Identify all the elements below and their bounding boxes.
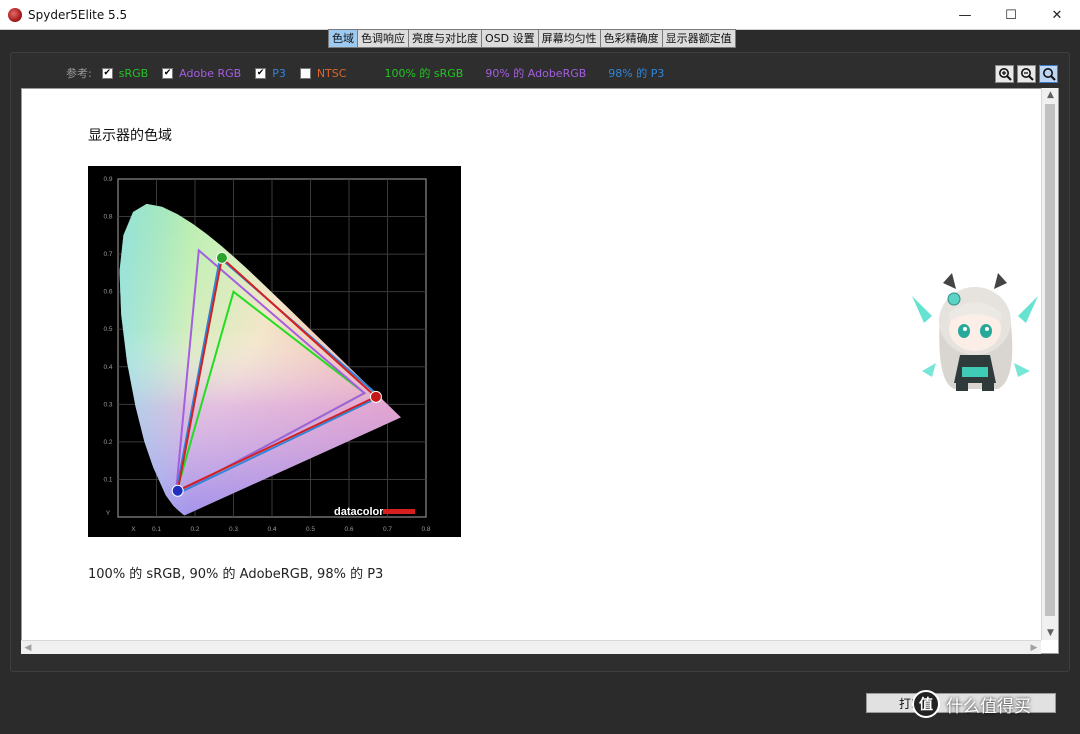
watermark-text: 什么值得买 xyxy=(946,696,1031,717)
x-tick-label: 0.5 xyxy=(306,526,315,533)
scroll-up-icon[interactable]: ▲ xyxy=(1042,88,1059,102)
close-button[interactable]: ✕ xyxy=(1034,0,1080,30)
reference-row: 参考: ✔ sRGB ✔ Adobe RGB ✔ P3 NTSC 100% 的 … xyxy=(66,65,686,81)
gamut-chart: 0.1 0.2 0.3 0.4 0.5 0.6 0.7 0.8 0.1 0.2 0.3 0.4 0.5 0… xyxy=(88,166,461,537)
tab-display-rating[interactable]: 显示器额定值 xyxy=(662,29,736,48)
zoom-fit-icon xyxy=(1042,68,1056,81)
y-tick-label: 0.5 xyxy=(103,326,112,333)
y-tick-label: 0.1 xyxy=(103,476,112,483)
x-tick-label: 0.8 xyxy=(421,526,430,533)
zoom-in-button[interactable] xyxy=(995,65,1014,83)
datacolor-logo-text: datacolor xyxy=(334,506,384,518)
mascot-illustration xyxy=(912,273,1038,391)
scroll-left-icon[interactable]: ◀ xyxy=(21,641,35,655)
y-tick-label: 0.8 xyxy=(103,214,112,221)
vertical-scrollbar[interactable]: ▲ ▼ xyxy=(1041,88,1058,640)
tab-bar: 色域 色调响应 亮度与对比度 OSD 设置 屏幕均匀性 色彩精确度 显示器额定值 xyxy=(328,29,736,48)
ref-adobe-rgb[interactable]: ✔ Adobe RGB xyxy=(162,67,241,80)
ref-srgb-label: sRGB xyxy=(118,66,149,80)
ref-srgb[interactable]: ✔ sRGB xyxy=(101,66,149,80)
page-title: 显示器的色域 xyxy=(88,128,172,144)
ref-p3-checkbox[interactable]: ✔ xyxy=(255,67,267,79)
reference-label: 参考: xyxy=(66,67,92,80)
ref-srgb-checkbox[interactable]: ✔ xyxy=(101,67,113,79)
spectral-locus-cyan-shade xyxy=(119,203,401,516)
x-tick-label: 0.3 xyxy=(229,526,238,533)
summary-p3: 98% 的 P3 xyxy=(608,67,665,80)
horizontal-scrollbar[interactable]: ◀ ▶ xyxy=(21,640,1041,654)
zoom-in-icon xyxy=(998,68,1012,81)
x-axis-label: X xyxy=(131,526,136,533)
ref-adobe-rgb-checkbox[interactable]: ✔ xyxy=(162,67,174,79)
tab-tone-response[interactable]: 色调响应 xyxy=(358,29,409,48)
y-tick-label: 0.2 xyxy=(103,439,112,446)
y-tick-label: 0.7 xyxy=(103,251,112,258)
primary-point-r xyxy=(369,390,382,403)
primary-point-g xyxy=(215,251,228,264)
zoom-fit-button[interactable] xyxy=(1039,65,1058,83)
zoom-toolbar xyxy=(995,65,1058,83)
y-tick-label: 0.9 xyxy=(103,176,112,183)
tab-gamut[interactable]: 色域 xyxy=(328,29,358,48)
ref-p3-label: P3 xyxy=(272,66,286,80)
y-tick-label: 0.4 xyxy=(103,364,112,371)
tab-color-accuracy[interactable]: 色彩精确度 xyxy=(600,29,663,48)
ref-p3[interactable]: ✔ P3 xyxy=(255,67,286,80)
report-panel: 显示器的色域 0.1 0.2 0.3 0.4 0.5 0.6 0.7 0.8 0… xyxy=(21,88,1059,654)
tab-screen-uniformity[interactable]: 屏幕均匀性 xyxy=(538,29,601,48)
watermark-logo: 值 xyxy=(912,690,940,718)
gamut-chart-svg: 0.1 0.2 0.3 0.4 0.5 0.6 0.7 0.8 0.1 0.2 0.3 0.4 0.5 0… xyxy=(103,176,430,533)
summary-adobe-rgb: 90% 的 AdobeRGB xyxy=(485,67,587,80)
ref-ntsc-checkbox[interactable] xyxy=(299,67,311,79)
watermark: 值 什么值得买 xyxy=(912,690,1031,718)
y-axis-label: Y xyxy=(106,510,111,517)
window-controls: — ☐ ✕ xyxy=(942,0,1080,30)
maximize-button[interactable]: ☐ xyxy=(988,0,1034,30)
x-tick-label: 0.7 xyxy=(383,526,392,533)
ref-ntsc[interactable]: NTSC xyxy=(299,66,347,80)
title-bar: Spyder5Elite 5.5 — ☐ ✕ xyxy=(0,0,1080,30)
x-tick-label: 0.4 xyxy=(267,526,276,533)
summary-srgb: 100% 的 sRGB xyxy=(384,67,464,80)
ref-adobe-rgb-label: Adobe RGB xyxy=(179,66,242,80)
x-tick-label: 0.2 xyxy=(190,526,199,533)
scroll-right-icon[interactable]: ▶ xyxy=(1027,641,1041,655)
y-tick-label: 0.3 xyxy=(103,401,112,408)
tab-brightness-contrast[interactable]: 亮度与对比度 xyxy=(409,29,482,48)
x-tick-label: 0.1 xyxy=(152,526,161,533)
minimize-button[interactable]: — xyxy=(942,0,988,30)
zoom-out-icon xyxy=(1020,68,1034,81)
scroll-down-icon[interactable]: ▼ xyxy=(1042,626,1059,640)
primary-point-b xyxy=(171,484,184,497)
window-title: Spyder5Elite 5.5 xyxy=(28,7,128,22)
gamut-caption: 100% 的 sRGB, 90% 的 AdobeRGB, 98% 的 P3 xyxy=(88,567,384,582)
vertical-scroll-thumb[interactable] xyxy=(1045,104,1055,616)
tab-osd-settings[interactable]: OSD 设置 xyxy=(482,29,539,48)
ref-ntsc-label: NTSC xyxy=(316,66,347,80)
spyder-app-icon xyxy=(8,7,22,22)
zoom-out-button[interactable] xyxy=(1017,65,1036,83)
x-tick-label: 0.6 xyxy=(344,526,353,533)
datacolor-logo-bar xyxy=(383,509,415,514)
y-tick-label: 0.6 xyxy=(103,289,112,296)
